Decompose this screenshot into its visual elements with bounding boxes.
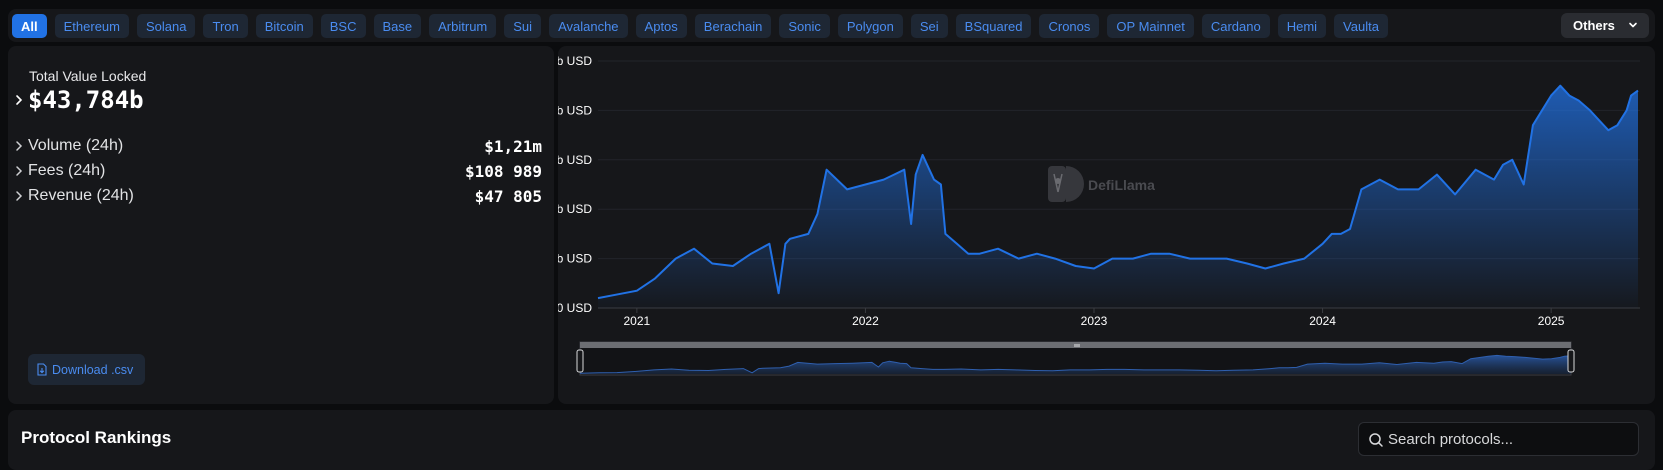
chain-tab-avalanche[interactable]: Avalanche <box>549 14 628 38</box>
search-box[interactable] <box>1358 422 1639 456</box>
x-tick-label: 2022 <box>852 314 879 328</box>
chevron-right-icon <box>16 191 23 201</box>
x-tick-label: 2021 <box>624 314 651 328</box>
search-icon <box>1369 433 1383 447</box>
range-handle-right[interactable] <box>1567 349 1575 373</box>
chain-tab-solana[interactable]: Solana <box>137 14 196 38</box>
rankings-title: Protocol Rankings <box>21 428 172 447</box>
chevron-down-icon <box>1629 22 1637 28</box>
chain-tab-cronos[interactable]: Cronos <box>1039 14 1100 38</box>
metric-value: $1,21m <box>484 136 542 156</box>
chain-tab-sei[interactable]: Sei <box>910 14 948 38</box>
chevron-right-icon <box>16 95 23 105</box>
chain-tab-berachain[interactable]: Berachain <box>694 14 772 38</box>
watermark: DefiLlama <box>1048 166 1155 202</box>
tvl-row[interactable]: $43,784b <box>14 86 144 114</box>
chart-series <box>597 84 1639 308</box>
defillama-logo-icon <box>1048 166 1084 202</box>
file-download-icon <box>37 363 47 376</box>
range-handle-left[interactable] <box>576 349 584 373</box>
download-label: Download .csv <box>52 362 134 377</box>
chain-tab-vaulta[interactable]: Vaulta <box>1334 14 1388 38</box>
search-input[interactable] <box>1388 428 1628 450</box>
y-tick-label: 10b USD <box>558 252 592 266</box>
chain-tab-polygon[interactable]: Polygon <box>837 14 903 38</box>
chain-tab-bitcoin[interactable]: Bitcoin <box>255 14 313 38</box>
y-tick-label: 30b USD <box>558 153 592 167</box>
x-tick-label: 2024 <box>1309 314 1336 328</box>
tvl-value: $43,784b <box>28 86 144 114</box>
metric-label: Fees (24h) <box>28 162 106 179</box>
tvl-chart: 0 USD 10b USD 20b USD 30b USD 40b USD 50b USD… <box>558 54 1640 376</box>
chain-tab-aptos[interactable]: Aptos <box>635 14 687 38</box>
chain-tab-sonic[interactable]: Sonic <box>779 14 830 38</box>
chevron-right-icon <box>16 166 23 176</box>
tvl-label: Total Value Locked <box>29 68 147 84</box>
chain-tab-sui[interactable]: Sui <box>504 14 542 38</box>
metric-label: Revenue (24h) <box>28 187 134 204</box>
chevron-right-icon <box>16 141 23 151</box>
x-tick-label: 2025 <box>1538 314 1565 328</box>
metric-value: $108 989 <box>464 161 542 181</box>
metric-revenue[interactable]: Revenue (24h) $47 805 <box>14 185 542 207</box>
metric-label: Volume (24h) <box>28 137 124 154</box>
chain-filter-bar: All Ethereum Solana Tron Bitcoin BSC Base Arbit… <box>8 9 1655 42</box>
x-axis: 2021 2022 2023 2024 2025 <box>624 308 1565 328</box>
chain-tab-hemi[interactable]: Hemi <box>1277 14 1327 38</box>
range-slider[interactable] <box>576 341 1575 376</box>
y-tick-label: 0 USD <box>558 301 592 315</box>
metric-volume[interactable]: Volume (24h) $1,21m <box>14 135 542 157</box>
others-dropdown[interactable]: Others <box>1561 13 1649 38</box>
tvl-area <box>598 85 1638 308</box>
x-tick-label: 2023 <box>1081 314 1108 328</box>
chain-tab-all[interactable]: All <box>12 14 47 38</box>
metric-value: $47 805 <box>474 186 542 206</box>
chain-tab-tron[interactable]: Tron <box>203 14 248 38</box>
chain-tab-op-mainnet[interactable]: OP Mainnet <box>1107 14 1194 38</box>
metric-fees[interactable]: Fees (24h) $108 989 <box>14 160 542 182</box>
stats-panel: Total Value Locked $43,784b Volume (24h)… <box>8 46 554 404</box>
range-slider-bar[interactable] <box>580 342 1571 348</box>
tvl-chart-panel: 0 USD 10b USD 20b USD 30b USD 40b USD 50b USD… <box>558 46 1655 404</box>
chain-tab-ethereum[interactable]: Ethereum <box>54 14 129 38</box>
chain-tab-arbitrum[interactable]: Arbitrum <box>429 14 497 38</box>
y-tick-label: 20b USD <box>558 202 592 216</box>
download-csv-button[interactable]: Download .csv <box>28 354 145 385</box>
y-tick-label: 50b USD <box>558 54 592 68</box>
chain-list: All Ethereum Solana Tron Bitcoin BSC Base Arbit… <box>12 14 1388 38</box>
chain-tab-bsc[interactable]: BSC <box>320 14 366 38</box>
y-axis: 0 USD 10b USD 20b USD 30b USD 40b USD 50b USD <box>558 54 592 315</box>
chain-tab-bsquared[interactable]: BSquared <box>955 14 1032 38</box>
watermark-text: DefiLlama <box>1088 177 1155 193</box>
y-tick-label: 40b USD <box>558 103 592 117</box>
protocol-rankings-panel: Protocol Rankings <box>8 410 1655 470</box>
others-label: Others <box>1573 18 1615 33</box>
chain-tab-cardano[interactable]: Cardano <box>1201 14 1270 38</box>
chain-tab-base[interactable]: Base <box>373 14 422 38</box>
